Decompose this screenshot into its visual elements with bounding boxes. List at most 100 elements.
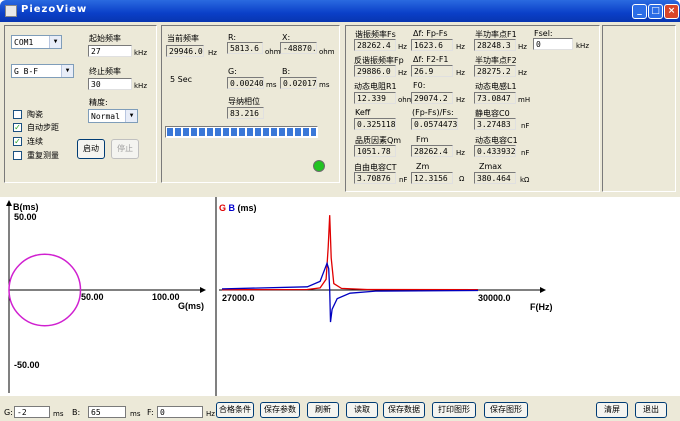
cursor-b-label: B: [72,408,81,417]
cursor-g-input[interactable]: -2 [14,406,50,418]
app-icon [5,5,17,17]
r1-value: 12.339 [354,92,396,104]
arrow-up-icon [6,200,12,206]
x-label: X: [282,33,291,42]
r-value: 5813.6 [227,42,263,54]
fm-unit: Hz [456,149,465,157]
r1-label: 动态电阻R1 [354,82,397,91]
keff-value: 0.325118 [354,118,396,130]
b-series-label: B [229,203,236,213]
b-value: 0.020176 [280,77,317,89]
phase-value: 83.216 [227,107,264,119]
precision-label: 精度: [89,98,108,107]
start-button[interactable]: 启动 [77,139,105,159]
save-plot-button[interactable]: 保存图形 [484,402,528,418]
admittance-ytick-top: 50.00 [14,212,37,222]
df-f2-f1-value: 26.9 [411,65,453,77]
stop-button[interactable]: 停止 [111,139,139,159]
repeat-checkbox[interactable] [13,151,22,160]
fp-unit: Hz [398,69,407,77]
maximize-button[interactable]: □ [648,4,663,19]
continuous-checkbox[interactable] [13,137,22,146]
cursor-b-input[interactable]: 65 [88,406,126,418]
print-plot-button[interactable]: 打印图形 [432,402,476,418]
admittance-xlabel: G(ms) [178,301,204,311]
spectrum-ylabel: G B (ms) [219,203,257,213]
admittance-xtick-1: 50.00 [81,292,104,302]
ceramic-checkbox[interactable] [13,110,22,119]
chevron-down-icon: ▼ [49,36,61,48]
precision-select[interactable]: Normal ▼ [88,109,138,123]
f1-unit: Hz [518,43,527,51]
current-freq-value: 29946.0 [166,45,204,57]
stop-freq-label: 终止频率 [89,67,121,76]
window-title: PiezoView [21,4,88,15]
cursor-f-label: F: [147,408,154,417]
refresh-button[interactable]: 刷新 [307,402,339,418]
zm-label: Zm [416,162,430,171]
zm-value: 12.3156 [411,172,453,184]
fm-label: Fm [416,135,429,144]
df-f2-f1-label: Δf: F2-F1 [413,55,449,64]
cursor-f-input[interactable]: 0 [157,406,203,418]
r-unit: ohm [265,48,281,56]
df-fp-fs-label: Δf: Fp-Fs [413,29,448,38]
side-panel [602,25,676,192]
auto-step-checkbox[interactable] [13,123,22,132]
admittance-ylabel: B(ms) [13,202,39,212]
title-bar [0,0,680,22]
continuous-label: 连续 [27,137,43,146]
g-unit: ms [266,81,277,89]
c0-value: 3.27483 [474,118,516,130]
b-series-line [221,261,479,323]
ct-value: 3.70876 [354,172,396,184]
ct-unit: nF [399,176,408,184]
ratio-value: 0.0574473 [411,118,458,130]
chevron-down-icon: ▼ [61,65,73,77]
cursor-g-label: G: [4,408,13,417]
clear-button[interactable]: 清屏 [596,402,628,418]
interval-label: 5 Sec [170,75,193,84]
fsel-label: Fsel: [534,29,553,38]
read-button[interactable]: 读取 [346,402,378,418]
auto-step-label: 自动步距 [27,123,59,132]
c1-value: 0.433932 [474,145,516,157]
channel-select[interactable]: G B-F ▼ [11,64,74,78]
start-freq-input[interactable]: 27 [88,45,132,57]
g-series-label: G [219,203,226,213]
g-value: 0.002400 [227,77,264,89]
save-data-button[interactable]: 保存数据 [383,402,425,418]
fm-value: 28262.4 [411,145,453,157]
c0-unit: nF [521,122,530,130]
start-freq-label: 起始频率 [89,34,121,43]
df-fp-fs-value: 1623.6 [411,39,453,51]
df-f2-f1-unit: Hz [456,69,465,77]
current-freq-label: 当前频率 [167,34,199,43]
cursor-g-unit: ms [53,410,64,418]
minimize-button[interactable]: _ [632,4,647,19]
close-button[interactable]: × [664,4,679,19]
spectrum-xtick-2: 30000.0 [478,293,511,303]
l1-value: 73.0847 [474,92,516,104]
b-label: B: [282,67,291,76]
phase-label: 导纳相位 [228,97,260,106]
f0-unit: Hz [456,96,465,104]
fsel-input[interactable]: 0 [533,38,573,50]
ceramic-label: 陶瓷 [27,110,43,119]
df-fp-fs-unit: Hz [456,43,465,51]
arrow-right-icon [540,287,546,293]
fs-unit: Hz [398,43,407,51]
chevron-down-icon: ▼ [125,110,137,122]
start-freq-unit: kHz [134,49,147,57]
save-params-button[interactable]: 保存参数 [260,402,300,418]
exit-button[interactable]: 退出 [635,402,667,418]
qualification-button[interactable]: 合格条件 [216,402,254,418]
l1-label: 动态电感L1 [475,82,517,91]
zmax-unit: kΩ [520,176,530,184]
stop-freq-input[interactable]: 30 [88,78,132,90]
port-select[interactable]: COM1 ▼ [11,35,62,49]
plot-area[interactable]: B(ms) 50.00 -50.00 50.00 100.00 G(ms) G … [0,197,680,396]
g-label: G: [228,67,237,76]
f0-label: F0: [413,81,426,90]
admittance-ytick-bottom: -50.00 [14,360,40,370]
